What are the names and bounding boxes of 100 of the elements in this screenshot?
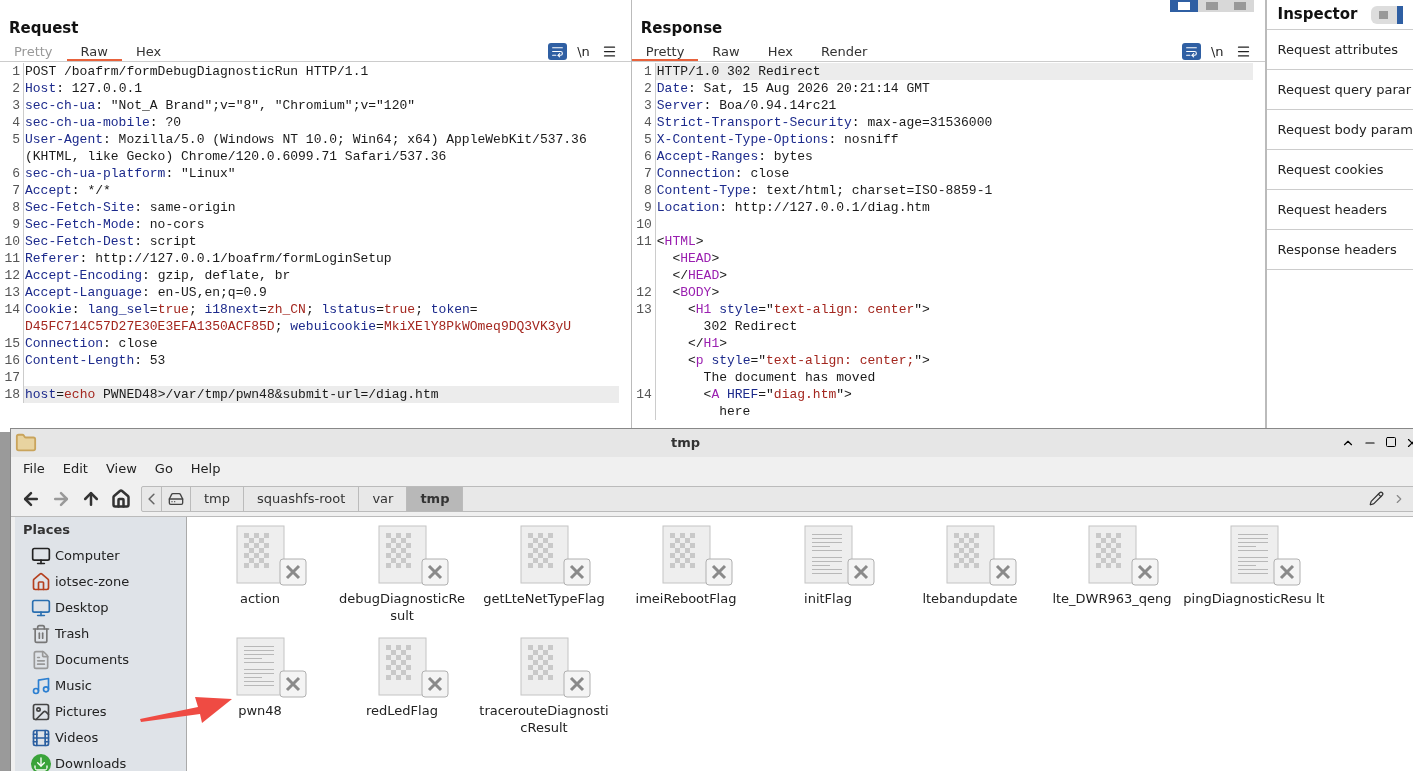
sidebar-item[interactable]: Downloads: [55, 753, 127, 771]
line-number: 16: [0, 352, 24, 369]
inspector-item[interactable]: Request body param: [1266, 110, 1413, 150]
newline-toggle[interactable]: \n: [1210, 41, 1224, 62]
file-icon: [1088, 525, 1160, 587]
newline-toggle[interactable]: \n: [577, 41, 590, 62]
sidebar-item[interactable]: Trash: [55, 623, 90, 644]
line-number: 2: [631, 80, 656, 97]
file-label[interactable]: debugDiagnosticRe sult: [331, 590, 473, 624]
line-number: 4: [0, 114, 24, 131]
file-label[interactable]: getLteNetTypeFlag: [483, 590, 605, 607]
code-line: Connection: close: [655, 165, 791, 182]
line-number: 7: [0, 182, 24, 199]
menu-item[interactable]: File: [15, 459, 53, 479]
code-line: Sec-Fetch-Dest: script: [24, 233, 198, 250]
sidebar-item[interactable]: iotsec-zone: [55, 571, 130, 592]
picture-icon: [31, 701, 51, 722]
line-number: 4: [631, 114, 656, 131]
panel-title: Inspector: [1277, 4, 1358, 26]
view-tab[interactable]: Raw: [698, 42, 754, 61]
view-tab[interactable]: Hex: [121, 42, 176, 61]
code-line: <A HREF="diag.htm">: [702, 386, 853, 403]
line-number: 8: [631, 182, 656, 199]
file-icon: [236, 637, 308, 699]
line-number: 1: [631, 63, 656, 80]
line-number: 6: [631, 148, 656, 165]
inspector-item[interactable]: Request query parar: [1266, 70, 1413, 110]
line-number: 17: [0, 369, 24, 386]
path-segment[interactable]: squashfs-root: [243, 486, 359, 511]
menu-item[interactable]: Go: [146, 459, 181, 479]
inspector-item[interactable]: Request cookies: [1266, 150, 1413, 190]
file-icon: [378, 525, 450, 587]
line-number: 12: [0, 267, 24, 284]
layout-toggle[interactable]: [1225, 0, 1254, 12]
code-line: Connection: close: [24, 335, 159, 352]
download-icon: [31, 753, 51, 771]
desktop-icon: [31, 597, 51, 618]
file-label[interactable]: ltebandupdate: [922, 590, 1018, 607]
inspector-item[interactable]: Request headers: [1266, 190, 1413, 230]
view-tab[interactable]: Hex: [753, 42, 807, 61]
code-line: sec-ch-ua-mobile: ?0: [24, 114, 183, 131]
film-icon: [31, 727, 51, 748]
file-label[interactable]: pwn48: [238, 702, 282, 719]
menu-item[interactable]: Help: [182, 459, 229, 479]
inspector-item[interactable]: Response headers: [1266, 230, 1413, 270]
sidebar-item[interactable]: Desktop: [55, 597, 109, 618]
layout-toggle[interactable]: [1169, 0, 1198, 12]
sidebar-item[interactable]: Computer: [55, 545, 120, 566]
sidebar-item[interactable]: Documents: [55, 649, 130, 670]
code-line: </H1>: [687, 335, 729, 352]
file-label[interactable]: tracerouteDiagnosti cResult: [473, 702, 615, 736]
home-button[interactable]: [111, 488, 131, 509]
line-number: 2: [0, 80, 24, 97]
sidebar-item[interactable]: Music: [55, 675, 92, 696]
sidebar-heading: Places: [23, 521, 72, 539]
file-icon: [520, 525, 592, 587]
file-icon: [236, 525, 308, 587]
code-line: Cookie: lang_sel=true; i18next=zh_CN; lstatus=true; token=: [24, 301, 479, 318]
menu-icon[interactable]: [601, 44, 617, 59]
code-line: Content-Length: 53: [24, 352, 167, 369]
path-segment[interactable]: tmp: [190, 486, 243, 511]
file-label[interactable]: initFlag: [804, 590, 852, 607]
code-line: Accept-Language: en-US,en;q=0.9: [24, 284, 268, 301]
line-number: 3: [0, 97, 24, 114]
panel-toggle[interactable]: [1371, 5, 1404, 24]
wrap-toggle[interactable]: [548, 43, 568, 60]
inspector-item[interactable]: Request attributes: [1266, 30, 1413, 70]
file-label[interactable]: pingDiagnosticResu lt: [1183, 590, 1325, 607]
wrap-toggle[interactable]: [1181, 43, 1201, 60]
menu-item[interactable]: View: [97, 459, 145, 479]
code-line: Date: Sat, 15 Aug 2026 20:21:14 GMT: [655, 80, 931, 97]
file-icon: [804, 525, 876, 587]
window-title: tmp: [671, 434, 701, 453]
maximize-button[interactable]: [1385, 436, 1397, 448]
menu-icon[interactable]: [1235, 44, 1251, 59]
trash-icon: [31, 623, 51, 644]
code-line: User-Agent: Mozilla/5.0 (Windows NT 10.0; Win64; x64) AppleWebKit/537.36: [24, 131, 588, 148]
code-line: Server: Boa/0.94.14rc21: [655, 97, 838, 114]
line-number: 14: [0, 301, 24, 318]
menu-item[interactable]: Edit: [54, 459, 96, 479]
layout-toggle[interactable]: [1197, 0, 1226, 12]
edit-path-button[interactable]: [1369, 491, 1384, 506]
line-number: 5: [0, 131, 24, 148]
file-label[interactable]: redLedFlag: [366, 702, 438, 719]
sidebar-item[interactable]: Videos: [55, 727, 99, 748]
view-tab[interactable]: Raw: [66, 42, 122, 61]
file-icon: [1230, 525, 1302, 587]
file-label[interactable]: imeiRebootFlag: [635, 590, 737, 607]
drive-icon[interactable]: [168, 490, 184, 507]
view-tab[interactable]: Render: [806, 42, 882, 61]
code-line: <p style="text-align: center;">: [687, 352, 931, 369]
path-segment[interactable]: tmp: [406, 486, 463, 511]
file-label[interactable]: action: [240, 590, 280, 607]
code-line: X-Content-Type-Options: nosniff: [655, 131, 900, 148]
file-icon: [946, 525, 1018, 587]
sidebar-item[interactable]: Pictures: [55, 701, 107, 722]
file-label[interactable]: lte_DWR963_qeng: [1052, 590, 1172, 607]
file-icon: [378, 637, 450, 699]
code-line: 302 Redirect: [702, 318, 799, 335]
view-tab[interactable]: Pretty: [631, 42, 699, 61]
